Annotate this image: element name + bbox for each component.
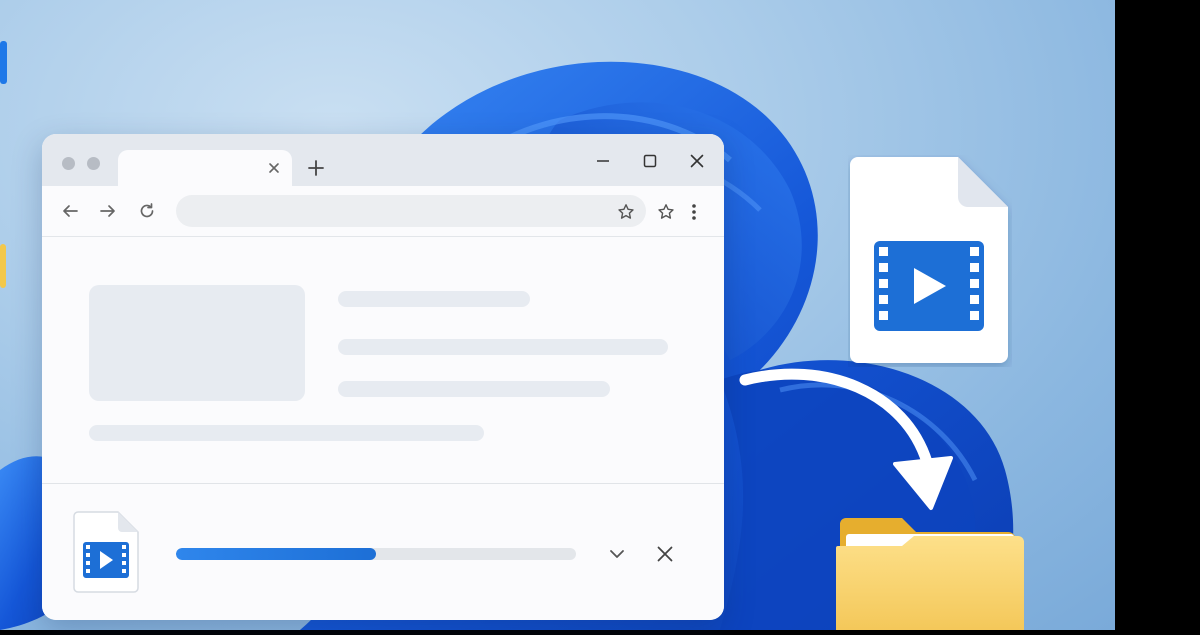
browser-window [42, 134, 724, 620]
toolbar [42, 186, 724, 237]
video-file-icon [848, 155, 1012, 372]
download-bar [42, 483, 724, 620]
maximize-icon[interactable] [635, 148, 665, 174]
image-placeholder [89, 285, 305, 401]
curved-arrow-icon [735, 362, 955, 517]
arrow-left-icon[interactable] [57, 198, 83, 224]
plus-icon[interactable] [302, 154, 330, 182]
screen-edge [1115, 0, 1200, 630]
page-content [42, 237, 724, 483]
window-dot [87, 157, 100, 170]
text-line-placeholder [338, 339, 668, 355]
star-icon[interactable] [654, 200, 678, 224]
folder-icon[interactable] [0, 244, 6, 288]
kebab-menu-icon[interactable] [685, 200, 703, 224]
close-icon[interactable] [682, 148, 712, 174]
text-line-placeholder [89, 425, 484, 441]
tab-strip [42, 134, 724, 186]
close-icon[interactable] [262, 156, 286, 180]
text-line-placeholder [338, 291, 530, 307]
chevron-down-icon[interactable] [604, 541, 630, 567]
download-progress-fill [176, 548, 376, 560]
address-bar[interactable] [176, 195, 646, 227]
arrow-right-icon[interactable] [95, 198, 121, 224]
video-file-icon[interactable] [72, 510, 140, 599]
minimize-icon[interactable] [588, 148, 618, 174]
reload-icon[interactable] [134, 198, 160, 224]
window-dot [62, 157, 75, 170]
text-line-placeholder [338, 381, 610, 397]
star-icon[interactable] [614, 200, 638, 224]
tab-active[interactable] [118, 150, 292, 186]
app-icon[interactable] [0, 41, 7, 84]
download-progress-bar [176, 548, 576, 560]
folder-icon [832, 512, 1028, 635]
close-icon[interactable] [652, 541, 678, 567]
